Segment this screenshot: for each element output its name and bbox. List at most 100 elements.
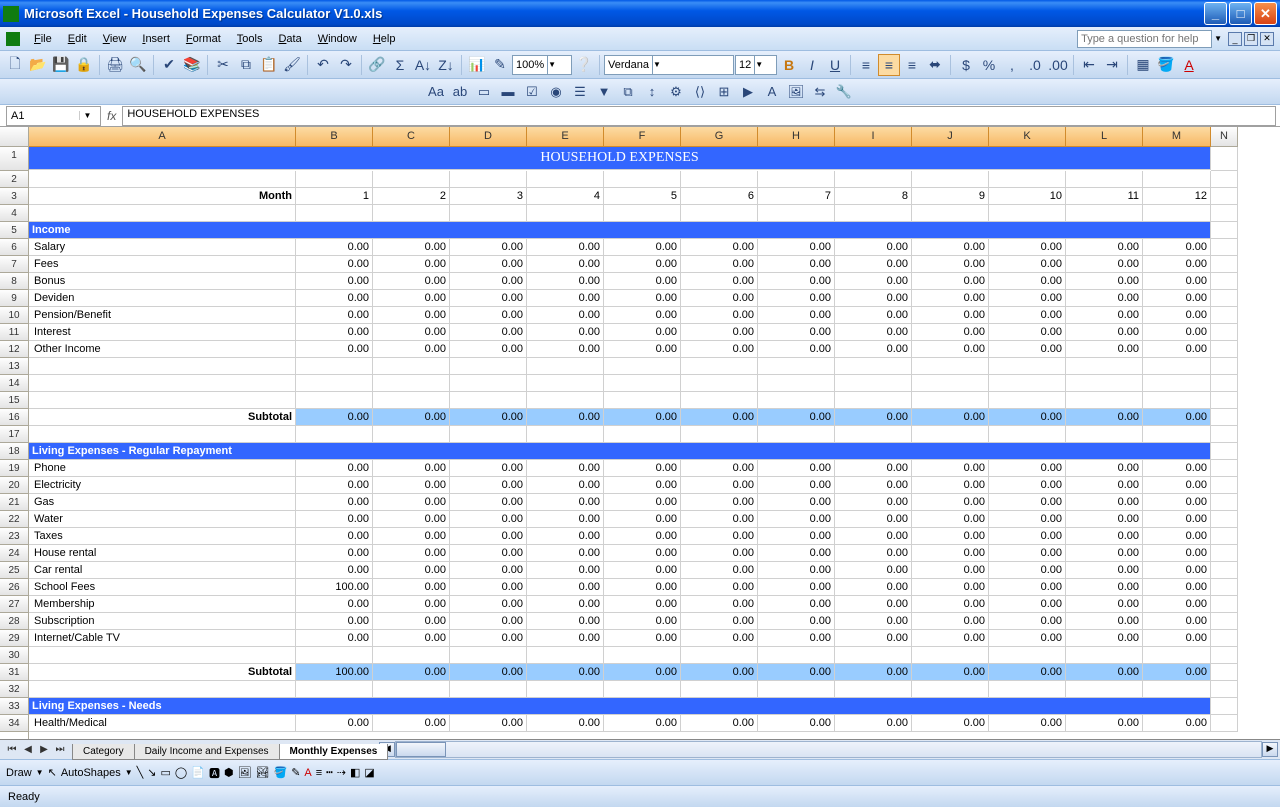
cell[interactable]: Pension/Benefit [29, 307, 296, 324]
cell[interactable]: 0.00 [912, 324, 989, 341]
cell[interactable]: 0.00 [296, 511, 373, 528]
formula-bar[interactable]: HOUSEHOLD EXPENSES [122, 106, 1276, 126]
cell[interactable]: 0.00 [1066, 715, 1143, 732]
cell[interactable]: 0.00 [989, 290, 1066, 307]
cell[interactable] [989, 171, 1066, 188]
spellcheck-icon[interactable]: ✔ [158, 54, 180, 76]
form-code-icon[interactable]: ⟨⟩ [689, 81, 711, 103]
decrease-decimal-icon[interactable]: .00 [1047, 54, 1069, 76]
cell[interactable]: 0.00 [912, 630, 989, 647]
cell[interactable] [758, 426, 835, 443]
cell[interactable]: 0.00 [450, 239, 527, 256]
cell[interactable] [1143, 358, 1211, 375]
cell[interactable]: 0.00 [604, 511, 681, 528]
increase-indent-icon[interactable]: ⇥ [1101, 54, 1123, 76]
cell[interactable]: 0.00 [835, 528, 912, 545]
cut-icon[interactable]: ✂ [212, 54, 234, 76]
cell[interactable]: 0.00 [1143, 579, 1211, 596]
cell[interactable] [681, 205, 758, 222]
col-header-J[interactable]: J [912, 127, 989, 147]
cell[interactable]: 0.00 [296, 409, 373, 426]
cell[interactable]: 0.00 [1066, 324, 1143, 341]
col-header-C[interactable]: C [373, 127, 450, 147]
cell[interactable]: 0.00 [450, 664, 527, 681]
cell[interactable]: 0.00 [681, 239, 758, 256]
fill-color-draw-icon[interactable]: 🪣 [273, 766, 287, 779]
cell[interactable]: 0.00 [450, 579, 527, 596]
cell[interactable]: 10 [989, 188, 1066, 205]
tab-first-icon[interactable]: ⏮ [4, 742, 20, 758]
copy-icon[interactable]: ⧉ [235, 54, 257, 76]
cell[interactable]: 0.00 [373, 409, 450, 426]
cell[interactable]: 0.00 [296, 528, 373, 545]
autosum-icon[interactable]: Σ [389, 54, 411, 76]
cell[interactable]: Bonus [29, 273, 296, 290]
cell[interactable] [450, 375, 527, 392]
cell[interactable] [912, 205, 989, 222]
cell[interactable]: 0.00 [758, 460, 835, 477]
cell[interactable]: 3 [450, 188, 527, 205]
cell[interactable] [527, 392, 604, 409]
cell[interactable] [989, 358, 1066, 375]
cell[interactable] [1211, 392, 1238, 409]
cell[interactable] [681, 392, 758, 409]
print-icon[interactable]: 🖨 [104, 54, 126, 76]
sheet-tab[interactable]: Daily Income and Expenses [134, 744, 280, 760]
cell[interactable] [1066, 426, 1143, 443]
cell[interactable]: 100.00 [296, 664, 373, 681]
cell[interactable]: 0.00 [527, 664, 604, 681]
form-toggle-icon[interactable]: ⇆ [809, 81, 831, 103]
cell[interactable]: 0.00 [912, 341, 989, 358]
cell[interactable] [1143, 647, 1211, 664]
cell[interactable]: 0.00 [604, 579, 681, 596]
cell[interactable]: 0.00 [1066, 239, 1143, 256]
cell[interactable]: 0.00 [373, 307, 450, 324]
cell[interactable] [989, 647, 1066, 664]
row-header-31[interactable]: 31 [0, 664, 28, 681]
row-header-10[interactable]: 10 [0, 307, 28, 324]
row-header-8[interactable]: 8 [0, 273, 28, 290]
diagram-icon[interactable]: ⬢ [224, 766, 234, 779]
tab-next-icon[interactable]: ▶ [36, 742, 52, 758]
cell[interactable] [1143, 681, 1211, 698]
cell[interactable] [912, 358, 989, 375]
cell[interactable] [681, 358, 758, 375]
cell[interactable]: 0.00 [373, 494, 450, 511]
cell[interactable]: Subtotal [29, 664, 296, 681]
underline-icon[interactable]: U [824, 54, 846, 76]
cell[interactable] [373, 392, 450, 409]
menu-insert[interactable]: Insert [134, 31, 178, 47]
cell[interactable]: Car rental [29, 562, 296, 579]
cell[interactable]: 0.00 [527, 239, 604, 256]
menu-edit[interactable]: Edit [60, 31, 95, 47]
cell[interactable]: 0.00 [373, 290, 450, 307]
form-grid-icon[interactable]: ⊞ [713, 81, 735, 103]
cell[interactable]: 0.00 [604, 409, 681, 426]
cell[interactable] [29, 392, 296, 409]
cell[interactable]: 0.00 [296, 239, 373, 256]
cell[interactable]: 0.00 [681, 273, 758, 290]
row-header-22[interactable]: 22 [0, 511, 28, 528]
row-header-26[interactable]: 26 [0, 579, 28, 596]
cell[interactable] [1143, 375, 1211, 392]
picture-icon[interactable]: 🏞 [256, 766, 270, 779]
cell[interactable]: Phone [29, 460, 296, 477]
cell[interactable]: 0.00 [373, 256, 450, 273]
cell[interactable]: 12 [1143, 188, 1211, 205]
cell[interactable]: 0.00 [527, 341, 604, 358]
cell[interactable]: 0.00 [835, 290, 912, 307]
cell[interactable] [1211, 426, 1238, 443]
cell[interactable]: 0.00 [912, 477, 989, 494]
cell[interactable]: 0.00 [681, 290, 758, 307]
col-header-N[interactable]: N [1211, 127, 1238, 147]
app-menu-icon[interactable] [6, 32, 20, 46]
cell[interactable]: 1 [296, 188, 373, 205]
cell[interactable]: 0.00 [373, 579, 450, 596]
cell[interactable]: 0.00 [604, 715, 681, 732]
cell[interactable]: 0.00 [450, 307, 527, 324]
cell[interactable]: 0.00 [296, 630, 373, 647]
merge-center-icon[interactable]: ⬌ [924, 54, 946, 76]
row-header-19[interactable]: 19 [0, 460, 28, 477]
scroll-right-icon[interactable]: ▶ [1262, 742, 1278, 757]
cell[interactable]: 0.00 [527, 307, 604, 324]
